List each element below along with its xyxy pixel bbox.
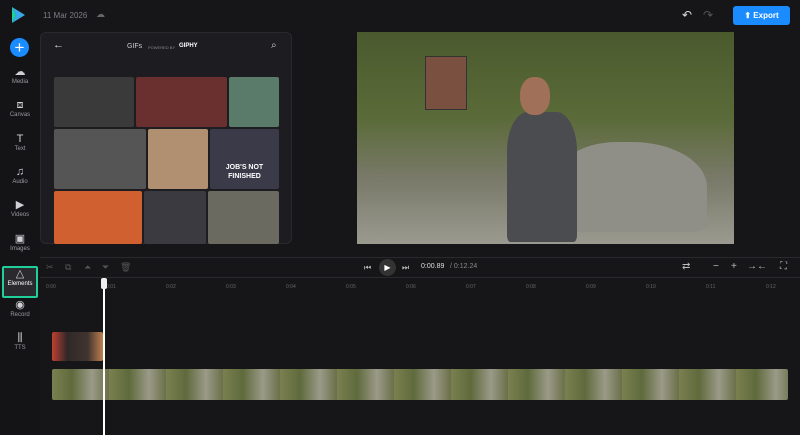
fit-icon[interactable]: →← [747,261,767,272]
ruler-tick: 0:03 [226,284,236,290]
export-label: Export [753,11,779,20]
sidebar-item-tts[interactable]: ⫼ TTS [2,332,38,364]
gif-baby[interactable] [54,129,146,189]
time-separator: / [450,263,452,270]
zoom-in-icon[interactable]: + [731,261,737,272]
ruler-tick: 0:05 [346,284,356,290]
add-button[interactable]: + [10,38,29,57]
playhead-handle[interactable] [101,278,107,289]
image-icon: ▣ [14,232,26,245]
canvas-icon: ⧈ [16,99,24,112]
gif-man[interactable] [144,191,206,244]
export-button[interactable]: ⬆ Export [733,6,790,25]
redo-icon[interactable]: ↷ [703,8,713,22]
video-preview-canvas[interactable] [357,32,734,244]
sidebar-item-label: Videos [10,212,30,219]
gif-jobs-not-finished[interactable]: JOB'S NOT FINISHED [210,129,279,189]
gif-caption: JOB'S NOT FINISHED [225,164,264,180]
person-head [520,77,550,115]
ruler-tick: 0:01 [106,284,116,290]
cloud-saved-icon: ☁ [96,9,105,19]
delete-icon[interactable]: 🗑 [120,262,131,273]
waveform-icon: ⫼ [17,332,23,345]
gif-girl[interactable] [148,129,208,189]
split-icon[interactable]: ✂ [46,262,54,273]
ruler-tick: 0:00 [46,284,56,290]
rock [557,142,707,232]
ruler-tick: 0:10 [646,284,656,290]
ruler-tick: 0:06 [406,284,416,290]
video-clip[interactable] [52,369,788,400]
duplicate-icon[interactable]: ⧉ [65,262,71,273]
person [507,112,577,242]
ruler-tick: 0:08 [526,284,536,290]
ruler-tick: 0:11 [706,284,716,290]
video-icon: ▶ [15,199,25,212]
shapes-icon: △ [15,267,25,280]
skip-back-icon[interactable]: ⏮ [364,263,371,273]
face-gif-overlay[interactable] [425,56,467,110]
sidebar-item-videos[interactable]: ▶ Videos [2,199,38,231]
timeline-toolbar: ✂ ⧉ ⏶ ⏷ 🗑 ⏮ ▶ ⏭ 0:00.89 / 0:12.24 ⇄ − + … [40,257,800,278]
sidebar-item-text[interactable]: T Text [2,133,38,165]
sidebar-item-label: Text [14,145,26,152]
sidebar-item-label: Images [10,245,30,252]
sidebar-item-images[interactable]: ▣ Images [2,233,38,265]
gif-crowd[interactable] [208,191,279,244]
sidebar-item-label: Audio [12,178,28,185]
ruler-tick: 0:12 [766,284,776,290]
gif-basketball[interactable] [136,77,227,127]
sidebar-item-media[interactable]: ☁ Media [2,66,38,98]
back-arrow-icon[interactable]: ← [53,39,64,51]
sidebar-item-canvas[interactable]: ⧈ Canvas [2,99,38,131]
sidebar-item-elements[interactable]: △ Elements [2,265,38,298]
search-icon[interactable]: ⌕ [271,40,277,51]
gif-clip[interactable] [52,332,103,361]
sidebar-item-label: Media [11,79,29,85]
move-down-icon[interactable]: ⏷ [102,262,109,273]
cloud-upload-icon: ☁ [14,66,26,78]
music-note-icon: ♫ [15,165,25,178]
play-button[interactable]: ▶ [379,259,396,276]
sidebar-item-label: Elements [7,280,33,287]
record-icon: ◉ [15,299,25,312]
sidebar-item-label: Record [10,312,30,319]
ruler-tick: 0:07 [466,284,476,290]
app-logo[interactable] [10,6,26,24]
skip-forward-icon[interactable]: ⏭ [402,263,409,273]
ruler-tick: 0:02 [166,284,176,290]
ruler-tick: 0:04 [286,284,296,290]
sidebar-item-label: TTS [14,345,26,352]
adjust-icon[interactable]: ⇄ [682,261,690,272]
ruler-tick: 0:09 [586,284,596,290]
gif-panel: ← GIFs POWERED BY GIPHY ⌕ JOB'S NOT FINI… [40,32,292,244]
fullscreen-icon[interactable]: ⛶ [780,261,787,272]
gif-woman[interactable] [229,77,279,127]
project-date: 11 Mar 2026 [43,11,88,20]
panel-title: GIFs [127,43,143,50]
sidebar-item-label: Canvas [9,112,31,119]
sidebar-item-audio[interactable]: ♫ Audio [2,166,38,198]
text-icon: T [16,132,24,145]
giphy-logo: GIPHY [179,43,198,49]
playhead[interactable] [103,278,105,435]
sidebar-item-record[interactable]: ◉ Record [2,299,38,331]
gif-ballerina[interactable] [54,77,134,127]
powered-by-label: POWERED BY [148,45,176,50]
current-time: 0:00.89 [421,263,445,270]
move-up-icon[interactable]: ⏶ [84,262,91,273]
duration-value: 0:12.24 [453,263,478,270]
gif-cartoon-dog[interactable] [54,191,142,244]
undo-icon[interactable]: ↶ [682,8,692,22]
zoom-out-icon[interactable]: − [713,261,719,272]
duration: / 0:12.24 [450,263,477,270]
